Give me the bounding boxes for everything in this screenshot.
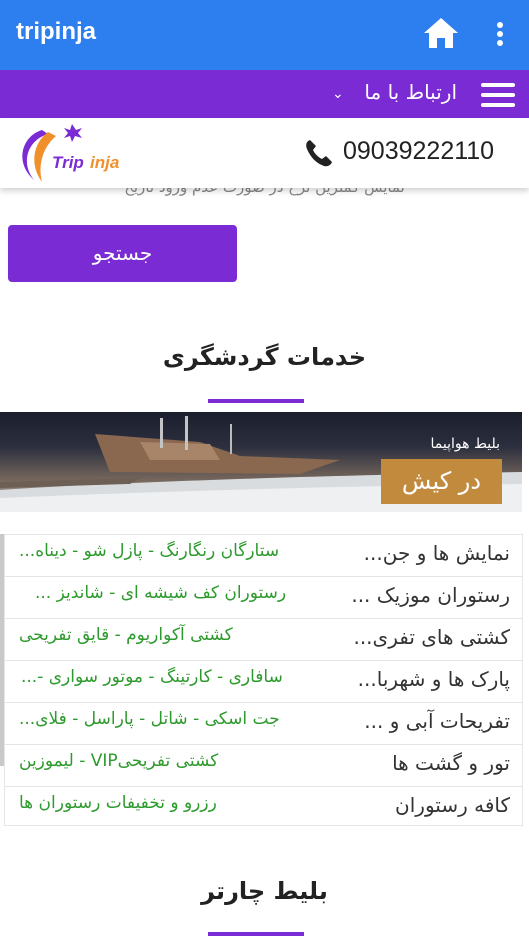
charter-ticket-title: بلیط چارتر — [201, 877, 328, 905]
service-category-items[interactable]: رستوران کف شیشه ای - شاندیز ... — [35, 583, 286, 603]
logo-text-trip: Trip — [52, 153, 84, 172]
chevron-down-icon[interactable]: ⌄ — [332, 86, 344, 102]
phone-icon[interactable] — [304, 138, 334, 168]
service-category-name: تفریحات آبی و ... — [364, 709, 510, 733]
service-category-name: کشتی های تفری... — [353, 625, 510, 649]
section-underline — [208, 399, 304, 403]
tripinja-logo[interactable]: Trip inja — [12, 122, 136, 186]
logo-text-inja: inja — [90, 153, 119, 172]
service-category-items[interactable]: ستارگان رنگارنگ - پازل شو - دیناه... — [19, 541, 279, 561]
more-vert-icon[interactable] — [488, 20, 512, 48]
phone-number[interactable]: 09039222110 — [343, 137, 494, 166]
service-category-name: تور و گشت ها — [392, 751, 510, 775]
tourism-services-title: خدمات گردشگری — [162, 343, 367, 371]
search-button[interactable]: جستجو — [8, 225, 237, 282]
service-category-items[interactable]: کشتی تفریحیVIP - لیموزین — [19, 751, 218, 771]
service-category-name: نمایش ها و جن... — [363, 541, 510, 565]
banner-caption: بلیط هواپیما — [430, 436, 500, 452]
service-category-items[interactable]: سافاری - کارتینگ - موتور سواری -... — [21, 667, 283, 687]
service-category-items[interactable]: کشتی آکواریوم - قایق تفریحی — [19, 625, 233, 645]
site-header: Trip inja 09039222110 — [0, 118, 529, 188]
app-title: tripinja — [16, 18, 97, 45]
hamburger-icon[interactable] — [481, 82, 515, 108]
list-item[interactable]: کافه رستوران رزرو و تخفیفات رستوران ها — [5, 787, 522, 829]
service-category-name: رستوران موزیک ... — [351, 583, 510, 607]
list-item[interactable]: تور و گشت ها کشتی تفریحیVIP - لیموزین — [5, 745, 522, 787]
service-category-items[interactable]: جت اسکی - شاتل - پاراسل - فلای... — [19, 709, 280, 729]
service-category-items[interactable]: رزرو و تخفیفات رستوران ها — [19, 793, 217, 813]
service-category-name: پارک ها و شهربا... — [357, 667, 510, 691]
app-bar: tripinja — [0, 0, 529, 70]
list-item[interactable]: تفریحات آبی و ... جت اسکی - شاتل - پاراس… — [5, 703, 522, 745]
list-item[interactable]: رستوران موزیک ... رستوران کف شیشه ای - ش… — [5, 577, 522, 619]
home-icon[interactable] — [422, 16, 460, 50]
banner-tag-kish[interactable]: در کیش — [381, 459, 502, 504]
main-menu-bar: ⌄ ارتباط با ما — [0, 70, 529, 118]
list-item[interactable]: نمایش ها و جن... ستارگان رنگارنگ - پازل … — [5, 535, 522, 577]
section-underline — [208, 932, 304, 936]
list-item[interactable]: کشتی های تفری... کشتی آکواریوم - قایق تف… — [5, 619, 522, 661]
services-list: نمایش ها و جن... ستارگان رنگارنگ - پازل … — [4, 534, 523, 826]
menu-item-contact-us[interactable]: ارتباط با ما — [364, 80, 457, 104]
list-item[interactable]: پارک ها و شهربا... سافاری - کارتینگ - مو… — [5, 661, 522, 703]
service-category-name: کافه رستوران — [395, 793, 510, 817]
